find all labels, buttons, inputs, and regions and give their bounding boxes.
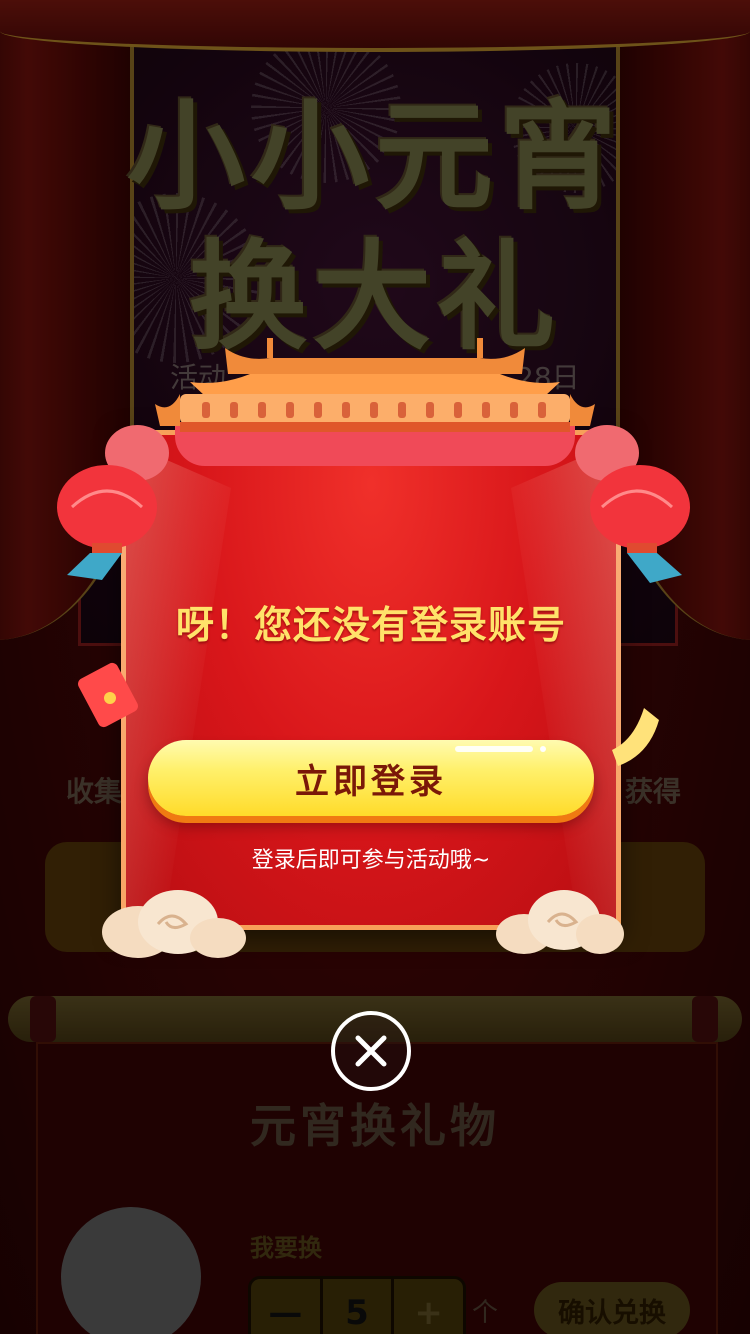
login-hint: 登录后即可参与活动哦~ [251, 848, 491, 873]
close-button[interactable] [331, 1011, 411, 1091]
button-shine-dot [540, 746, 546, 752]
pavilion-roof-icon [155, 338, 595, 432]
page: 小小元宵 换大礼 活动 28日 收集 获得 元宵换礼物 我要换 — 5 + 个 … [0, 0, 750, 1334]
lantern-left-icon [57, 425, 169, 580]
red-envelope-icon [78, 662, 138, 728]
cloud-left-icon [102, 890, 246, 958]
close-icon [355, 1035, 387, 1067]
button-shine [455, 746, 533, 752]
login-modal: 呀！您还没有登录账号 立即登录 登录后即可参与活动哦~ [0, 0, 750, 1334]
gold-ribbon-icon [612, 708, 659, 766]
lantern-right-icon [575, 425, 690, 583]
modal-message: 呀！您还没有登录账号 [175, 603, 566, 647]
cloud-right-icon [496, 890, 624, 954]
